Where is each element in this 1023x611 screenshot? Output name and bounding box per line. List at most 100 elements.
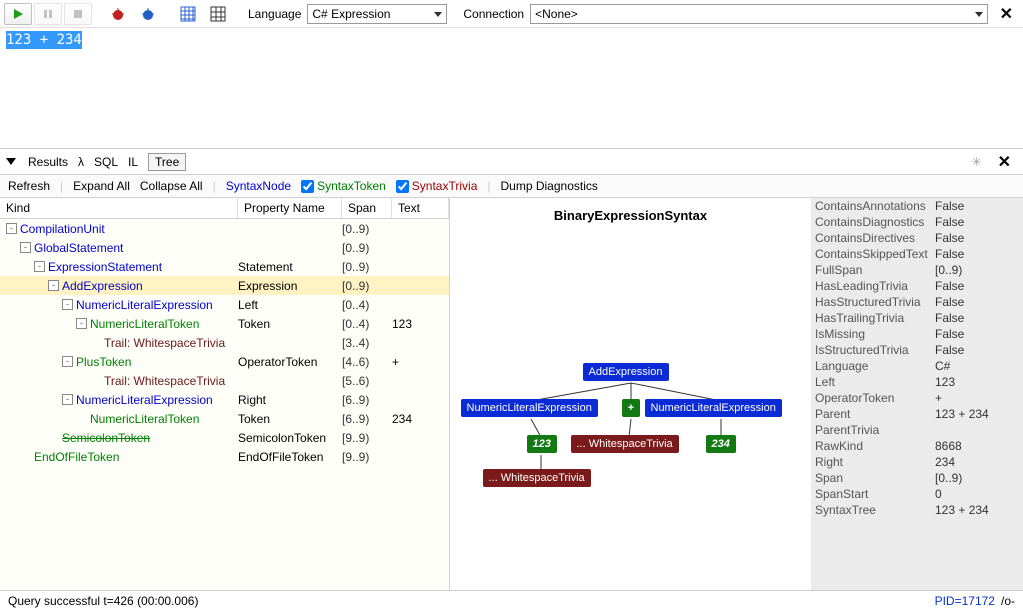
property-value: 123 + 234 bbox=[935, 503, 1019, 517]
bug-red-icon[interactable] bbox=[104, 3, 132, 25]
tree-row[interactable]: SemicolonTokenSemicolonToken[9..9) bbox=[0, 428, 449, 447]
tree-kind: EndOfFileToken bbox=[34, 450, 119, 464]
diagram-node-add[interactable]: AddExpression bbox=[583, 363, 669, 381]
stop-button[interactable] bbox=[64, 3, 92, 25]
dump-diagnostics-link[interactable]: Dump Diagnostics bbox=[501, 179, 598, 193]
col-span[interactable]: Span bbox=[342, 198, 392, 218]
diagram-node-nle-right[interactable]: NumericLiteralExpression bbox=[645, 399, 782, 417]
property-row[interactable]: HasTrailingTriviaFalse bbox=[811, 310, 1023, 326]
property-row[interactable]: IsStructuredTriviaFalse bbox=[811, 342, 1023, 358]
properties-pane[interactable]: ContainsAnnotationsFalseContainsDiagnost… bbox=[811, 198, 1023, 590]
property-row[interactable]: HasLeadingTriviaFalse bbox=[811, 278, 1023, 294]
syntaxnode-link[interactable]: SyntaxNode bbox=[226, 179, 291, 193]
tree-row[interactable]: -NumericLiteralExpressionRight[6..9) bbox=[0, 390, 449, 409]
property-value: [0..9) bbox=[935, 263, 1019, 277]
col-text[interactable]: Text bbox=[392, 198, 449, 218]
tree-expander[interactable]: - bbox=[62, 356, 73, 367]
tree-prop: SemicolonToken bbox=[238, 431, 342, 445]
tree-row[interactable]: EndOfFileTokenEndOfFileToken[9..9) bbox=[0, 447, 449, 466]
property-row[interactable]: IsMissingFalse bbox=[811, 326, 1023, 342]
close-results-icon[interactable]: ✕ bbox=[992, 152, 1017, 172]
tree-row[interactable]: -GlobalStatement[0..9) bbox=[0, 238, 449, 257]
col-property[interactable]: Property Name bbox=[238, 198, 342, 218]
tree-expander[interactable]: - bbox=[62, 394, 73, 405]
grid-black-icon[interactable] bbox=[204, 3, 232, 25]
property-row[interactable]: Right234 bbox=[811, 454, 1023, 470]
grid-blue-icon[interactable] bbox=[174, 3, 202, 25]
refresh-link[interactable]: Refresh bbox=[8, 179, 50, 193]
tree-expander[interactable]: - bbox=[20, 242, 31, 253]
tree-row[interactable]: NumericLiteralTokenToken[6..9)234 bbox=[0, 409, 449, 428]
diagram-node-123[interactable]: 123 bbox=[527, 435, 557, 453]
diagram-node-234[interactable]: 234 bbox=[706, 435, 736, 453]
tree-prop: Token bbox=[238, 412, 342, 426]
tab-results[interactable]: Results bbox=[28, 155, 68, 169]
property-value: False bbox=[935, 279, 1019, 293]
property-value: False bbox=[935, 247, 1019, 261]
language-label: Language bbox=[248, 7, 301, 21]
tree-span: [0..9) bbox=[342, 222, 392, 236]
tree-span: [0..9) bbox=[342, 279, 392, 293]
property-row[interactable]: SyntaxTree123 + 234 bbox=[811, 502, 1023, 518]
collapse-triangle-icon[interactable] bbox=[6, 158, 16, 165]
property-row[interactable]: ContainsSkippedTextFalse bbox=[811, 246, 1023, 262]
tab-tree[interactable]: Tree bbox=[148, 153, 186, 171]
property-row[interactable]: Span[0..9) bbox=[811, 470, 1023, 486]
property-row[interactable]: FullSpan[0..9) bbox=[811, 262, 1023, 278]
tree-row[interactable]: -PlusTokenOperatorToken[4..6)+ bbox=[0, 352, 449, 371]
tree-row[interactable]: -ExpressionStatementStatement[0..9) bbox=[0, 257, 449, 276]
property-row[interactable]: ContainsDirectivesFalse bbox=[811, 230, 1023, 246]
property-row[interactable]: HasStructuredTriviaFalse bbox=[811, 294, 1023, 310]
property-row[interactable]: LanguageC# bbox=[811, 358, 1023, 374]
syntaxtoken-checkbox[interactable]: SyntaxToken bbox=[301, 179, 386, 193]
tab-il[interactable]: IL bbox=[128, 155, 138, 169]
tree-row[interactable]: -NumericLiteralExpressionLeft[0..4) bbox=[0, 295, 449, 314]
tree-prop: Statement bbox=[238, 260, 342, 274]
language-combo[interactable]: C# Expression bbox=[307, 4, 447, 24]
tree-row[interactable]: Trail: WhitespaceTrivia[3..4) bbox=[0, 333, 449, 352]
property-row[interactable]: RawKind8668 bbox=[811, 438, 1023, 454]
diagram-node-wt2[interactable]: ... WhitespaceTrivia bbox=[483, 469, 591, 487]
tree-kind: Trail: WhitespaceTrivia bbox=[104, 374, 225, 388]
syntax-tree[interactable]: -CompilationUnit[0..9)-GlobalStatement[0… bbox=[0, 219, 449, 590]
tree-row[interactable]: Trail: WhitespaceTrivia[5..6) bbox=[0, 371, 449, 390]
connection-combo[interactable]: <None> bbox=[530, 4, 987, 24]
tree-pane: Kind Property Name Span Text -Compilatio… bbox=[0, 198, 450, 590]
tree-expander[interactable]: - bbox=[34, 261, 45, 272]
bug-blue-icon[interactable] bbox=[134, 3, 162, 25]
tree-row[interactable]: -AddExpressionExpression[0..9) bbox=[0, 276, 449, 295]
property-row[interactable]: OperatorToken+ bbox=[811, 390, 1023, 406]
property-row[interactable]: ContainsAnnotationsFalse bbox=[811, 198, 1023, 214]
collapse-all-link[interactable]: Collapse All bbox=[140, 179, 203, 193]
tree-row[interactable]: -NumericLiteralTokenToken[0..4)123 bbox=[0, 314, 449, 333]
property-key: RawKind bbox=[815, 439, 935, 453]
diagram-node-nle-left[interactable]: NumericLiteralExpression bbox=[461, 399, 598, 417]
col-kind[interactable]: Kind bbox=[0, 198, 238, 218]
tree-row[interactable]: -CompilationUnit[0..9) bbox=[0, 219, 449, 238]
pause-button[interactable] bbox=[34, 3, 62, 25]
syntaxtrivia-checkbox[interactable]: SyntaxTrivia bbox=[396, 179, 478, 193]
property-row[interactable]: Parent123 + 234 bbox=[811, 406, 1023, 422]
expand-all-link[interactable]: Expand All bbox=[73, 179, 130, 193]
property-row[interactable]: SpanStart0 bbox=[811, 486, 1023, 502]
tree-expander[interactable]: - bbox=[76, 318, 87, 329]
tree-prop: OperatorToken bbox=[238, 355, 342, 369]
close-icon[interactable]: ✕ bbox=[994, 4, 1019, 24]
tree-expander[interactable]: - bbox=[6, 223, 17, 234]
property-key: ContainsAnnotations bbox=[815, 199, 935, 213]
diagram-node-wt1[interactable]: ... WhitespaceTrivia bbox=[571, 435, 679, 453]
run-button[interactable] bbox=[4, 3, 32, 25]
connection-value: <None> bbox=[535, 7, 578, 21]
property-key: HasLeadingTrivia bbox=[815, 279, 935, 293]
results-tabbar: Results λ SQL IL Tree ✳ ✕ bbox=[0, 148, 1023, 174]
property-row[interactable]: ParentTrivia bbox=[811, 422, 1023, 438]
tree-expander[interactable]: - bbox=[62, 299, 73, 310]
property-row[interactable]: Left123 bbox=[811, 374, 1023, 390]
property-value: False bbox=[935, 199, 1019, 213]
code-editor[interactable]: 123 + 234 bbox=[0, 28, 1023, 148]
property-row[interactable]: ContainsDiagnosticsFalse bbox=[811, 214, 1023, 230]
diagram-node-plus[interactable]: + bbox=[622, 399, 640, 417]
tab-sql[interactable]: SQL bbox=[94, 155, 118, 169]
tab-lambda[interactable]: λ bbox=[78, 155, 84, 169]
tree-expander[interactable]: - bbox=[48, 280, 59, 291]
